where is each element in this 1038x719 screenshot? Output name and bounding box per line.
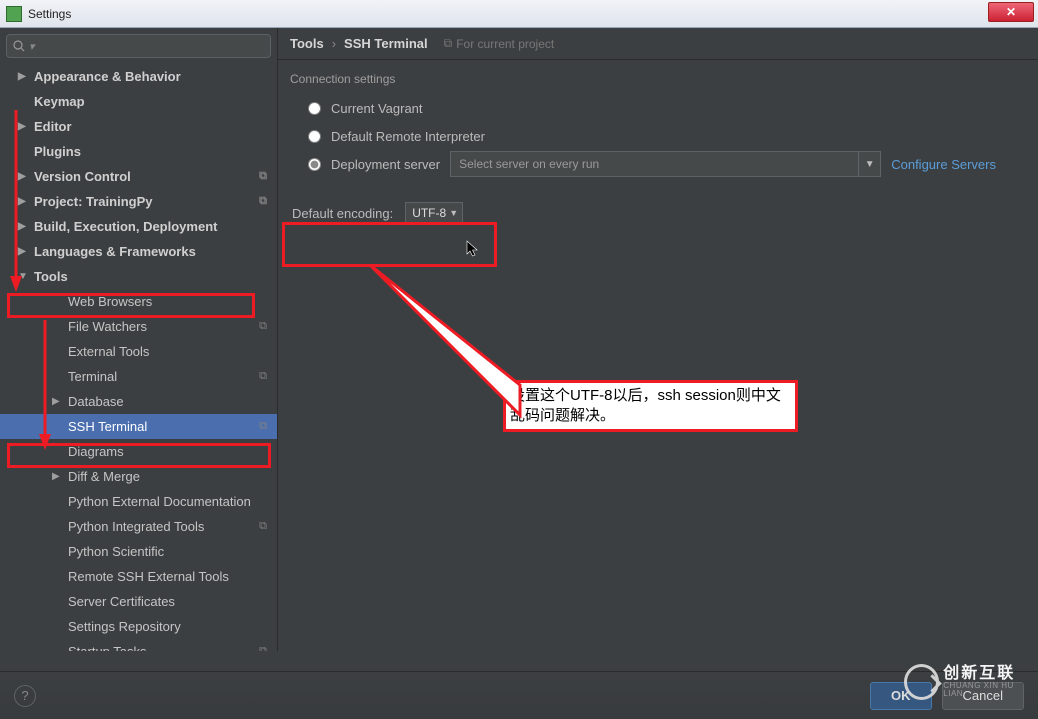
- watermark-logo: 创新互联 CHUANG XIN HU LIAN: [904, 661, 1034, 703]
- tree-item-label: Build, Execution, Deployment: [34, 219, 217, 234]
- default-encoding-row: Default encoding: UTF-8 ▼: [284, 192, 1032, 234]
- tree-item-terminal[interactable]: Terminal ⧉: [0, 364, 277, 389]
- tree-item-plugins[interactable]: Plugins: [0, 139, 277, 164]
- close-button[interactable]: ✕: [988, 2, 1034, 22]
- arrow-icon: ▶: [18, 196, 28, 207]
- section-label: Connection settings: [278, 60, 1038, 94]
- tree-item-build-execution-deployment[interactable]: ▶ Build, Execution, Deployment: [0, 214, 277, 239]
- tree-item-editor[interactable]: ▶ Editor: [0, 114, 277, 139]
- tree-item-diagrams[interactable]: Diagrams: [0, 439, 277, 464]
- breadcrumb: Tools › SSH Terminal ⧉ For current proje…: [278, 28, 1038, 60]
- tree-item-ssh-terminal[interactable]: SSH Terminal ⧉: [0, 414, 277, 439]
- arrow-icon: ▶: [18, 171, 28, 182]
- tree-item-python-scientific[interactable]: Python Scientific: [0, 539, 277, 564]
- project-icon: ⧉: [444, 36, 453, 51]
- tree-item-label: Settings Repository: [68, 619, 181, 634]
- tree-item-label: Diagrams: [68, 444, 124, 459]
- watermark-icon: [904, 664, 939, 700]
- tree-item-tools[interactable]: ▼ Tools: [0, 264, 277, 289]
- tree-item-file-watchers[interactable]: File Watchers ⧉: [0, 314, 277, 339]
- tree-item-python-external-documentation[interactable]: Python External Documentation: [0, 489, 277, 514]
- radio-vagrant-input[interactable]: [308, 102, 321, 115]
- tree-item-label: Version Control: [34, 169, 131, 184]
- tree-item-version-control[interactable]: ▶ Version Control ⧉: [0, 164, 277, 189]
- deployment-server-select[interactable]: Select server on every run ▼: [450, 151, 881, 177]
- radio-remote-interpreter[interactable]: Default Remote Interpreter: [308, 122, 1008, 150]
- tree-item-label: Appearance & Behavior: [34, 69, 181, 84]
- arrow-icon: ▶: [18, 246, 28, 257]
- tree-item-label: Remote SSH External Tools: [68, 569, 229, 584]
- breadcrumb-leaf: SSH Terminal: [344, 36, 428, 51]
- tree-item-label: Startup Tasks: [68, 644, 147, 651]
- tree-item-server-certificates[interactable]: Server Certificates: [0, 589, 277, 614]
- tree-item-database[interactable]: ▶ Database: [0, 389, 277, 414]
- tree-item-startup-tasks[interactable]: Startup Tasks ⧉: [0, 639, 277, 651]
- project-scope-icon: ⧉: [259, 645, 267, 651]
- tree-item-project-trainingpy[interactable]: ▶ Project: TrainingPy ⧉: [0, 189, 277, 214]
- project-scope-icon: ⧉: [259, 370, 267, 383]
- arrow-icon: ▶: [52, 471, 62, 482]
- tree-item-label: Web Browsers: [68, 294, 152, 309]
- tree-item-label: Languages & Frameworks: [34, 244, 196, 259]
- annotation-note-text: 设置这个UTF-8以后，ssh session则中文乱码问题解决。: [510, 386, 790, 425]
- radio-deployment-server[interactable]: Deployment server: [308, 157, 440, 172]
- tree-item-label: Editor: [34, 119, 72, 134]
- app-icon: [6, 6, 22, 22]
- tree-item-label: Keymap: [34, 94, 85, 109]
- project-scope-icon: ⧉: [259, 170, 267, 183]
- settings-tree: ▶ Appearance & Behavior Keymap ▶ Editor Plugi…: [0, 64, 277, 651]
- breadcrumb-project-hint: ⧉ For current project: [444, 36, 555, 51]
- tree-item-keymap[interactable]: Keymap: [0, 89, 277, 114]
- tree-item-label: SSH Terminal: [68, 419, 147, 434]
- help-button[interactable]: ?: [14, 685, 36, 707]
- tree-item-label: Python Scientific: [68, 544, 164, 559]
- search-icon: [13, 40, 25, 52]
- project-scope-icon: ⧉: [259, 420, 267, 433]
- tree-item-web-browsers[interactable]: Web Browsers: [0, 289, 277, 314]
- arrow-icon: ▶: [18, 71, 28, 82]
- radio-vagrant[interactable]: Current Vagrant: [308, 94, 1008, 122]
- tree-item-label: Server Certificates: [68, 594, 175, 609]
- arrow-icon: ▶: [18, 121, 28, 132]
- tree-item-label: File Watchers: [68, 319, 147, 334]
- tree-item-appearance-behavior[interactable]: ▶ Appearance & Behavior: [0, 64, 277, 89]
- search-input[interactable]: ▾: [6, 34, 271, 58]
- tree-item-label: Project: TrainingPy: [34, 194, 152, 209]
- tree-item-python-integrated-tools[interactable]: Python Integrated Tools ⧉: [0, 514, 277, 539]
- settings-panel: Tools › SSH Terminal ⧉ For current proje…: [278, 28, 1038, 651]
- window-title: Settings: [28, 7, 71, 21]
- tree-item-label: Python Integrated Tools: [68, 519, 204, 534]
- arrow-icon: ▶: [18, 221, 28, 232]
- arrow-icon: ▼: [18, 271, 28, 282]
- tree-item-label: Terminal: [68, 369, 117, 384]
- project-scope-icon: ⧉: [259, 195, 267, 208]
- chevron-down-icon: ▼: [858, 152, 880, 176]
- tree-item-label: Diff & Merge: [68, 469, 140, 484]
- tree-item-label: External Tools: [68, 344, 149, 359]
- tree-item-label: Plugins: [34, 144, 81, 159]
- tree-item-diff-merge[interactable]: ▶ Diff & Merge: [0, 464, 277, 489]
- settings-sidebar: ▾ ▶ Appearance & Behavior Keymap ▶ Editor Plu…: [0, 28, 278, 651]
- chevron-down-icon: ▼: [449, 208, 458, 218]
- arrow-icon: ▶: [52, 396, 62, 407]
- project-scope-icon: ⧉: [259, 320, 267, 333]
- tree-item-remote-ssh-external-tools[interactable]: Remote SSH External Tools: [0, 564, 277, 589]
- tree-item-label: Tools: [34, 269, 68, 284]
- radio-deploy-input[interactable]: [308, 158, 321, 171]
- tree-item-external-tools[interactable]: External Tools: [0, 339, 277, 364]
- project-scope-icon: ⧉: [259, 520, 267, 533]
- configure-servers-link[interactable]: Configure Servers: [891, 157, 1008, 172]
- titlebar: Settings ✕: [0, 0, 1038, 28]
- tree-item-label: Python External Documentation: [68, 494, 251, 509]
- breadcrumb-separator: ›: [332, 36, 336, 51]
- tree-item-settings-repository[interactable]: Settings Repository: [0, 614, 277, 639]
- tree-item-languages-frameworks[interactable]: ▶ Languages & Frameworks: [0, 239, 277, 264]
- breadcrumb-root: Tools: [290, 36, 324, 51]
- encoding-select[interactable]: UTF-8 ▼: [405, 202, 463, 224]
- tree-item-label: Database: [68, 394, 124, 409]
- encoding-label: Default encoding:: [292, 206, 393, 221]
- radio-remote-input[interactable]: [308, 130, 321, 143]
- bottom-bar: ? OK Cancel: [0, 671, 1038, 719]
